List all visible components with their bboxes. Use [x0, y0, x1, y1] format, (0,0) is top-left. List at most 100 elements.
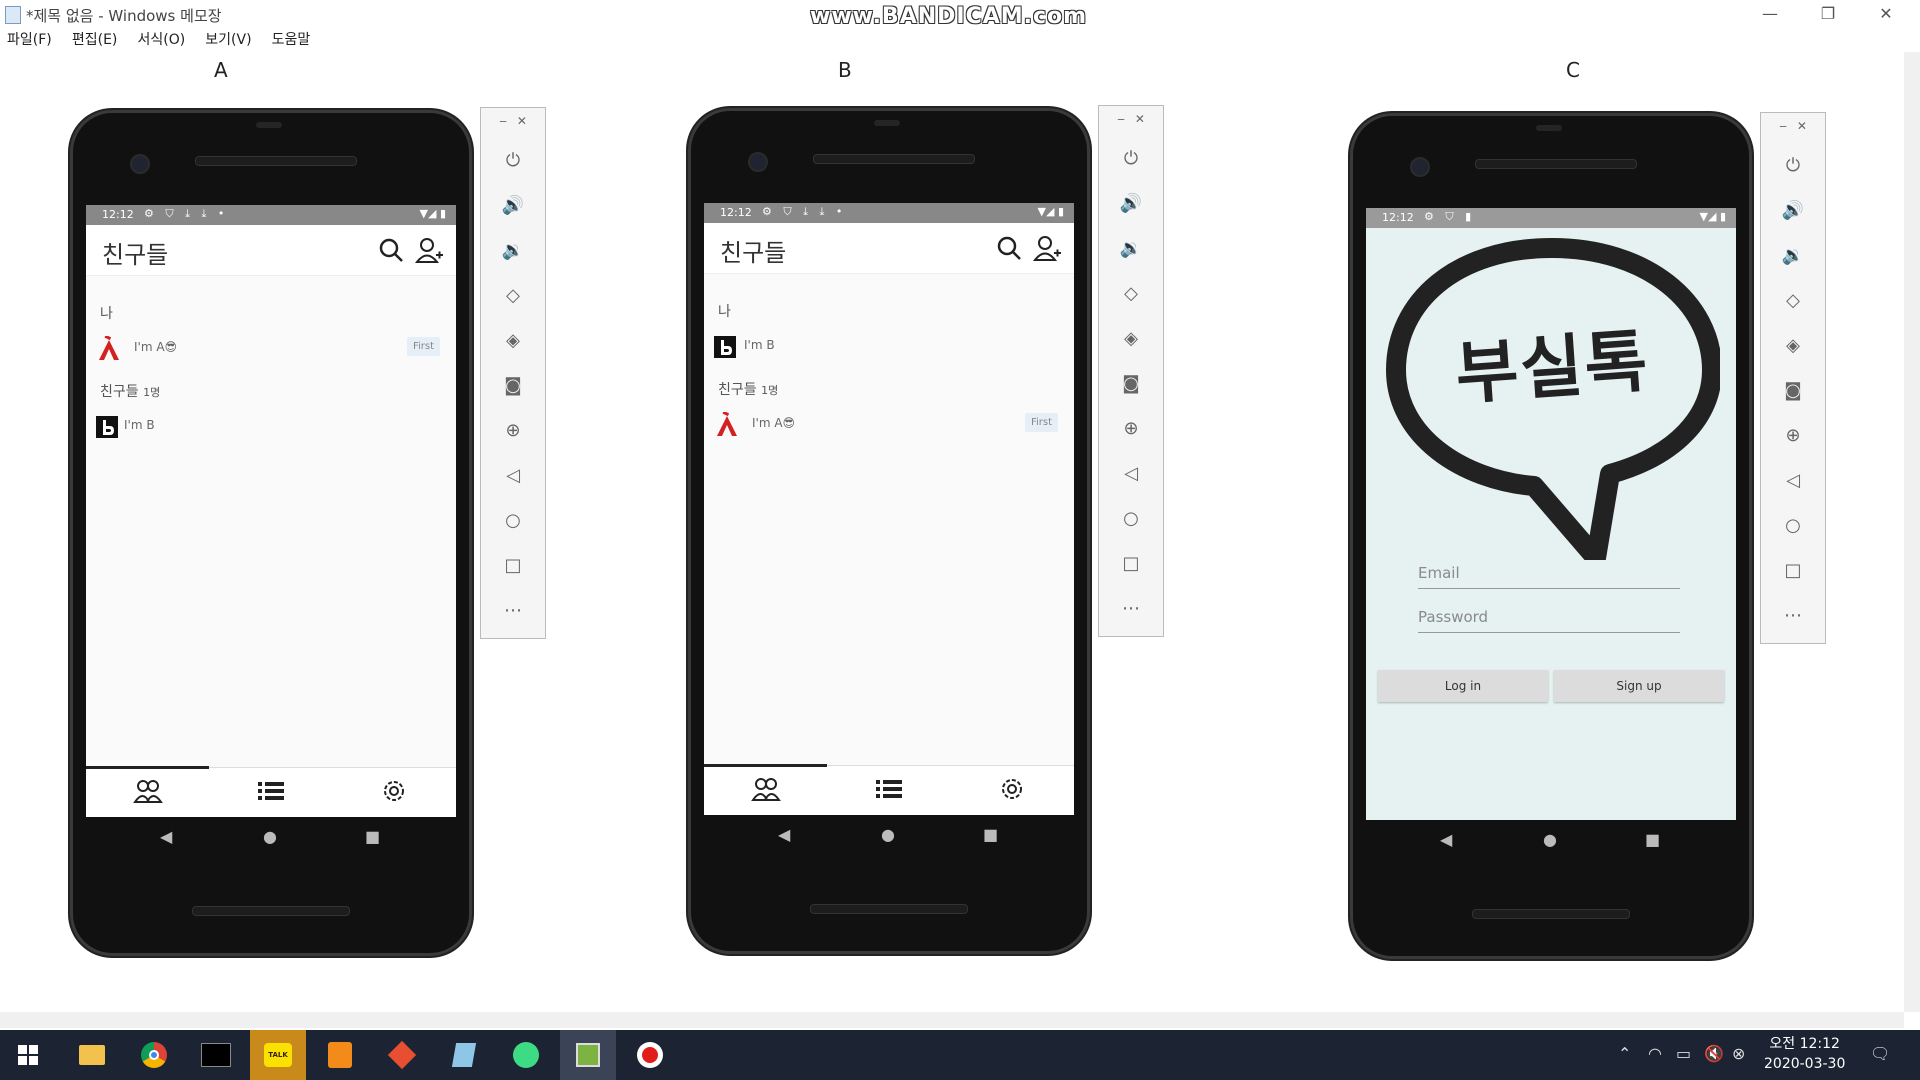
vertical-scrollbar[interactable]	[1904, 52, 1920, 1012]
bandicam-watermark: www.BANDICAM.com	[810, 4, 1088, 29]
rotate-left-icon[interactable]: ◇	[481, 281, 545, 311]
signal-battery-icon: ▼◢ ▮	[1699, 210, 1726, 223]
overview-icon[interactable]: □	[1761, 556, 1825, 586]
add-friend-icon[interactable]	[414, 235, 444, 265]
power-icon[interactable]: ⏻	[1099, 144, 1163, 174]
menu-file[interactable]: 파일(F)	[7, 28, 52, 52]
nav-home-icon[interactable]: ●	[263, 827, 277, 846]
login-button[interactable]: Log in	[1378, 670, 1548, 702]
git-icon[interactable]	[374, 1030, 430, 1080]
overview-icon[interactable]: □	[481, 551, 545, 581]
restore-button[interactable]: ❐	[1806, 2, 1850, 26]
minimize-button[interactable]: —	[1748, 2, 1792, 26]
menu-format[interactable]: 서식(O)	[137, 28, 185, 52]
sublime-text-icon[interactable]	[312, 1030, 368, 1080]
rotate-right-icon[interactable]: ◈	[481, 326, 545, 356]
zoom-icon[interactable]: ⊕	[481, 416, 545, 446]
nav-home-icon[interactable]: ●	[881, 825, 895, 844]
camera-icon[interactable]: ◙	[481, 371, 545, 401]
nav-overview-icon[interactable]: ■	[983, 825, 998, 844]
nav-overview-icon[interactable]: ■	[1645, 830, 1660, 849]
volume-up-icon[interactable]: 🔊	[481, 191, 545, 221]
password-field[interactable]: Password	[1418, 604, 1680, 633]
list-item-me[interactable]: I'm A😎 First	[86, 329, 456, 369]
nav-back-icon[interactable]: ◀	[778, 825, 790, 844]
back-icon[interactable]: ◁	[1761, 466, 1825, 496]
power-icon[interactable]: ⏻	[481, 146, 545, 176]
tab-chats[interactable]	[209, 776, 332, 810]
more-icon[interactable]: ⋯	[1099, 594, 1163, 624]
label-c: C	[1566, 58, 1580, 82]
menu-help[interactable]: 도움말	[272, 28, 311, 52]
network-icon[interactable]: ◠	[1648, 1044, 1662, 1063]
system-clock[interactable]: 오전 12:12 2020-03-30	[1764, 1034, 1845, 1074]
notepad-icon[interactable]	[436, 1030, 492, 1080]
file-explorer-icon[interactable]	[64, 1030, 120, 1080]
list-item-friend[interactable]: I'm A😎 First	[704, 405, 1074, 445]
toolbar-window-controls[interactable]: ‒✕	[1779, 119, 1817, 133]
volume-up-icon[interactable]: 🔊	[1761, 196, 1825, 226]
android-studio-icon[interactable]	[498, 1030, 554, 1080]
zoom-icon[interactable]: ⊕	[1761, 421, 1825, 451]
nav-back-icon[interactable]: ◀	[1440, 830, 1452, 849]
back-icon[interactable]: ◁	[481, 461, 545, 491]
avatar	[99, 336, 119, 360]
home-icon[interactable]: ○	[1099, 504, 1163, 534]
volume-muted-icon[interactable]: 🔇	[1704, 1044, 1724, 1063]
camera-icon[interactable]: ◙	[1761, 376, 1825, 406]
toolbar-window-controls[interactable]: ‒✕	[1117, 112, 1155, 126]
chevron-up-icon[interactable]: ⌃	[1618, 1044, 1631, 1063]
battery-icon[interactable]: ▭	[1676, 1044, 1691, 1063]
windows-taskbar: TALK ⌃ ◠ ▭ 🔇 ⊗ 오전 12:12 2020-03-30 🗨	[0, 1030, 1920, 1080]
toolbar-window-controls[interactable]: ‒✕	[499, 114, 537, 128]
rotate-left-icon[interactable]: ◇	[1099, 279, 1163, 309]
more-icon[interactable]: ⋯	[1761, 601, 1825, 631]
volume-down-icon[interactable]: 🔉	[1761, 241, 1825, 271]
add-friend-icon[interactable]	[1032, 233, 1062, 263]
search-icon[interactable]	[994, 233, 1024, 263]
rotate-right-icon[interactable]: ◈	[1099, 324, 1163, 354]
windows-start-icon[interactable]	[0, 1030, 56, 1080]
home-icon[interactable]: ○	[1761, 511, 1825, 541]
search-icon[interactable]	[376, 235, 406, 265]
notification-icon[interactable]: 🗨	[1870, 1044, 1890, 1063]
volume-down-icon[interactable]: 🔉	[1099, 234, 1163, 264]
menu-view[interactable]: 보기(V)	[205, 28, 251, 52]
emulator-icon[interactable]	[560, 1030, 616, 1080]
kakaotalk-icon[interactable]: TALK	[250, 1030, 306, 1080]
volume-up-icon[interactable]: 🔊	[1099, 189, 1163, 219]
volume-down-icon[interactable]: 🔉	[481, 236, 545, 266]
nav-home-icon[interactable]: ●	[1543, 830, 1557, 849]
zoom-icon[interactable]: ⊕	[1099, 414, 1163, 444]
chrome-icon[interactable]	[126, 1030, 182, 1080]
tab-chats[interactable]	[827, 774, 950, 808]
tab-friends[interactable]	[86, 776, 209, 810]
tab-settings[interactable]	[332, 776, 455, 810]
email-placeholder: Email	[1418, 564, 1460, 582]
nav-overview-icon[interactable]: ■	[365, 827, 380, 846]
email-field[interactable]: Email	[1418, 560, 1680, 589]
screen-a: 12:12 ⚙ ⛉ ⤓ ⤓ • ▼◢ ▮ 친구들 나 I'm A😎 First …	[86, 205, 456, 817]
tab-friends[interactable]	[704, 774, 827, 808]
terminal-icon[interactable]	[188, 1030, 244, 1080]
rotate-right-icon[interactable]: ◈	[1761, 331, 1825, 361]
signup-button[interactable]: Sign up	[1554, 670, 1724, 702]
bandicam-record-icon[interactable]	[622, 1030, 678, 1080]
status-icon[interactable]: ⊗	[1732, 1044, 1745, 1063]
back-icon[interactable]: ◁	[1099, 459, 1163, 489]
home-icon[interactable]: ○	[481, 506, 545, 536]
more-icon[interactable]: ⋯	[481, 596, 545, 626]
status-time: 12:12	[720, 206, 752, 219]
sensor	[874, 120, 900, 126]
nav-back-icon[interactable]: ◀	[160, 827, 172, 846]
list-item-me[interactable]: I'm B	[704, 327, 1074, 367]
rotate-left-icon[interactable]: ◇	[1761, 286, 1825, 316]
list-item-friend[interactable]: I'm B	[86, 407, 456, 447]
close-button[interactable]: ✕	[1864, 2, 1908, 26]
overview-icon[interactable]: □	[1099, 549, 1163, 579]
menu-edit[interactable]: 편집(E)	[72, 28, 118, 52]
tab-settings[interactable]	[950, 774, 1073, 808]
power-icon[interactable]: ⏻	[1761, 151, 1825, 181]
camera-icon[interactable]: ◙	[1099, 369, 1163, 399]
horizontal-scrollbar[interactable]	[0, 1012, 1904, 1028]
